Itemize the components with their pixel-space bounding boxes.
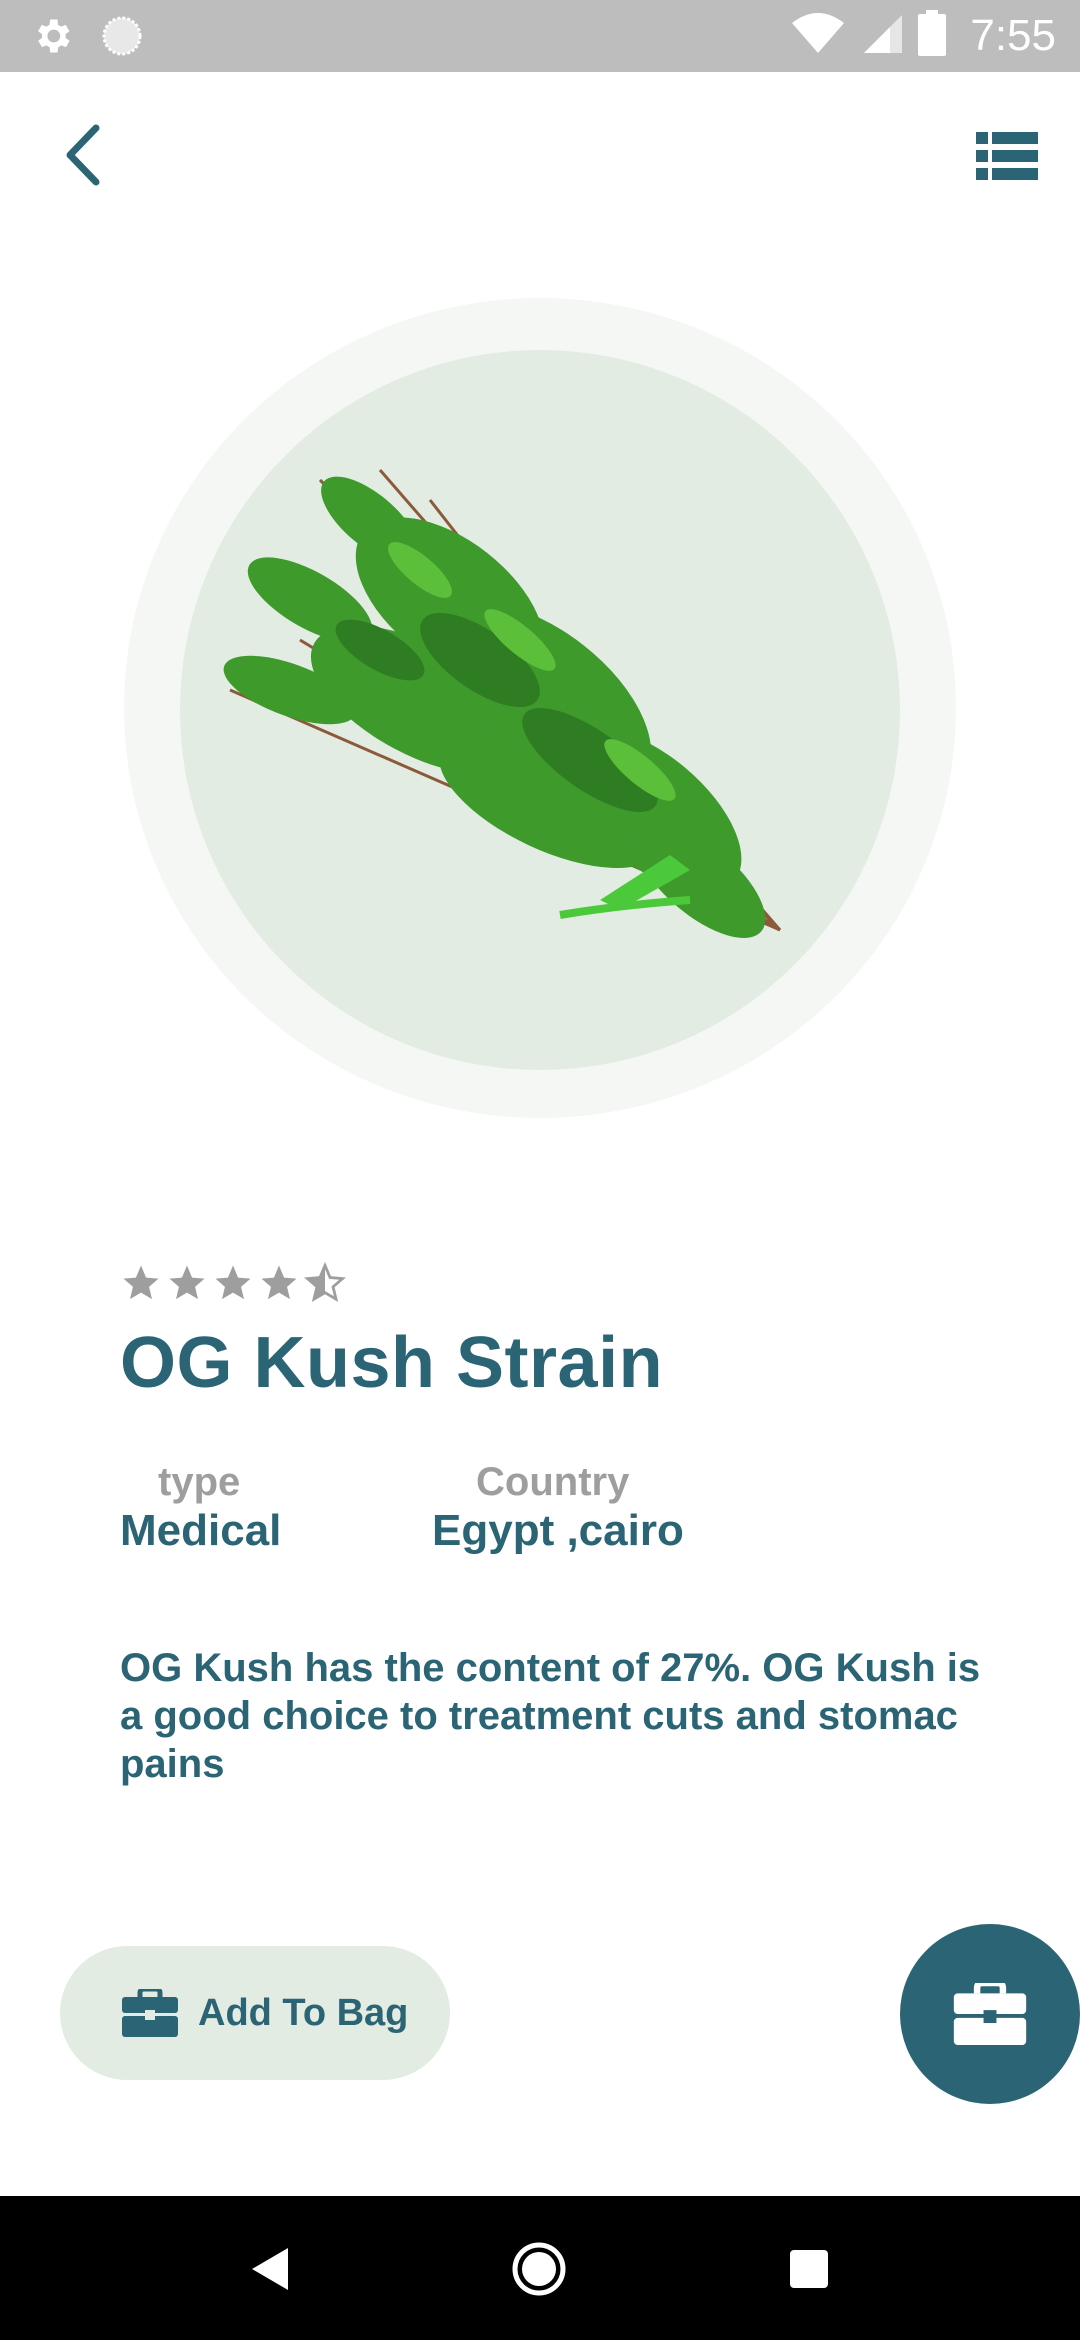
type-label: type <box>158 1460 241 1504</box>
star-filled-icon <box>261 1265 297 1300</box>
settings-gear-icon <box>30 14 74 63</box>
bag-fab-button[interactable] <box>900 1924 1080 2104</box>
type-value: Medical <box>120 1506 282 1555</box>
cell-signal-icon <box>860 11 904 60</box>
product-title: OG Kush Strain <box>120 1323 664 1403</box>
list-view-button[interactable] <box>976 130 1038 182</box>
nav-recents-button[interactable] <box>774 2234 844 2304</box>
status-time: 7:55 <box>970 10 1056 60</box>
star-filled-icon <box>123 1265 159 1300</box>
briefcase-icon <box>953 1983 1027 2045</box>
recents-square-icon <box>790 2250 828 2288</box>
status-bar: 7:55 <box>0 0 1080 72</box>
star-filled-icon <box>169 1265 205 1300</box>
system-navigation-bar <box>0 2196 1080 2340</box>
back-triangle-icon <box>252 2248 288 2290</box>
star-half-icon <box>304 1262 346 1302</box>
country-label: Country <box>476 1460 630 1504</box>
back-button[interactable] <box>56 122 112 188</box>
product-image <box>223 469 782 938</box>
battery-icon <box>918 10 947 61</box>
product-description: OG Kush has the content of 27%. OG Kush … <box>120 1646 981 1786</box>
nav-back-button[interactable] <box>236 2234 306 2304</box>
list-view-icon <box>976 132 1038 180</box>
add-to-bag-button[interactable]: Add To Bag <box>60 1946 450 2080</box>
nav-home-button[interactable] <box>504 2234 574 2304</box>
product-detail-screen: 7:55 OG Kush Strain type Medical Country… <box>0 0 1080 2340</box>
sync-circle-icon <box>100 14 144 63</box>
chevron-left-icon <box>66 124 100 186</box>
wifi-icon <box>790 11 846 60</box>
star-filled-icon <box>215 1265 251 1300</box>
rating-stars <box>120 1262 346 1304</box>
add-to-bag-label: Add To Bag <box>198 1991 409 2034</box>
country-value: Egypt ,cairo <box>432 1506 684 1555</box>
home-circle-icon <box>512 2242 566 2296</box>
briefcase-icon <box>122 1989 178 2037</box>
